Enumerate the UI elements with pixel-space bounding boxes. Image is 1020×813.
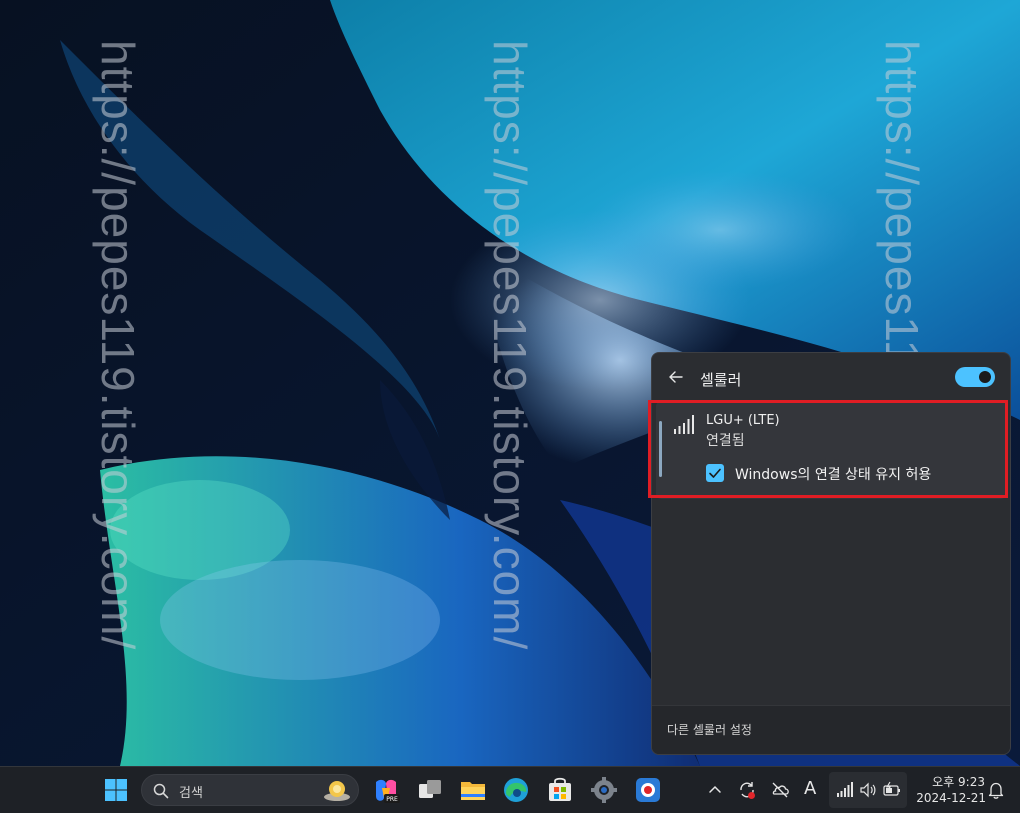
cellular-flyout: 셀룰러 LGU+ (LTE) 연결됨 Windows의 연결 상태 유지 허용 … (651, 352, 1011, 755)
search-input[interactable]: 검색 (141, 774, 359, 806)
search-placeholder: 검색 (179, 786, 203, 801)
sync-alert-icon[interactable] (736, 779, 758, 801)
watermark-text: https://pepes119.tistory.com/ (92, 40, 144, 651)
selection-indicator (659, 421, 662, 477)
cellular-signal-icon (837, 782, 853, 797)
search-highlight-icon (324, 781, 350, 801)
toggle-knob (979, 371, 991, 383)
file-explorer-icon[interactable] (457, 774, 489, 806)
flyout-footer: 다른 셀룰러 설정 (652, 705, 1010, 754)
ime-indicator[interactable]: A (804, 778, 816, 799)
checkmark-icon (709, 468, 721, 478)
keep-connection-label: Windows의 연결 상태 유지 허용 (735, 467, 932, 483)
clock-time[interactable]: 오후 9:23 (925, 773, 985, 790)
screen-recorder-icon[interactable] (632, 774, 664, 806)
svg-text:PRE: PRE (386, 796, 398, 803)
settings-icon[interactable] (588, 774, 620, 806)
search-icon (153, 783, 169, 799)
volume-icon (860, 782, 876, 798)
microsoft-store-icon[interactable] (544, 774, 576, 806)
battery-charging-icon (883, 781, 900, 796)
windows-start-icon[interactable] (100, 774, 132, 806)
watermark-text: https://pepes119.tistory.com/ (484, 40, 536, 651)
network-name: LGU+ (LTE) (706, 413, 780, 428)
cellular-signal-icon (674, 415, 694, 434)
back-arrow-icon[interactable] (666, 367, 686, 387)
taskbar: 검색 PRE A 오후 9:23 2024-12-21 (0, 766, 1020, 813)
more-cellular-settings-link[interactable]: 다른 셀룰러 설정 (667, 721, 752, 738)
quick-settings-button[interactable] (829, 772, 907, 808)
network-status: 연결됨 (706, 433, 745, 449)
cellular-toggle[interactable] (955, 367, 995, 387)
notification-bell-icon[interactable] (985, 779, 1007, 801)
chevron-up-icon[interactable] (704, 779, 726, 801)
keep-connection-checkbox[interactable] (706, 464, 724, 482)
flyout-title: 셀룰러 (700, 371, 742, 389)
edge-icon[interactable] (500, 774, 532, 806)
onedrive-offline-icon[interactable] (769, 779, 791, 801)
copilot-pre-icon[interactable]: PRE (370, 774, 402, 806)
flyout-header: 셀룰러 (652, 353, 1010, 401)
task-view-icon[interactable] (414, 774, 446, 806)
clock-date[interactable]: 2024-12-21 (912, 791, 986, 805)
network-item-lgu[interactable]: LGU+ (LTE) 연결됨 Windows의 연결 상태 유지 허용 (656, 401, 1006, 499)
